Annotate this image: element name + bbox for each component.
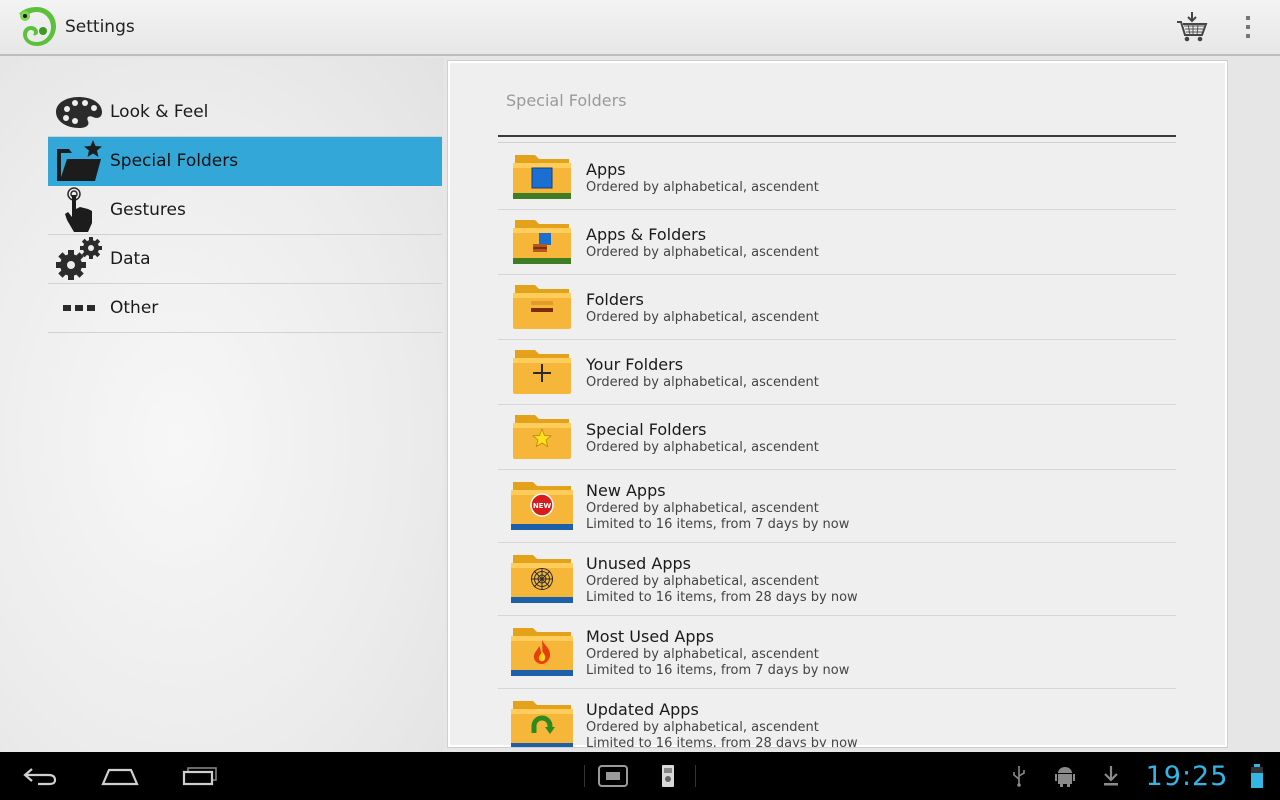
nav-item-label: Gestures: [110, 200, 186, 220]
dots-icon: [52, 285, 106, 331]
folder-limit: Limited to 16 items, from 28 days by now: [586, 735, 858, 748]
folder-flame-icon: [498, 620, 586, 684]
screen-compat-icon: [598, 765, 628, 787]
hand-touch-icon: [52, 187, 106, 233]
shopping-cart-icon[interactable]: [1172, 7, 1212, 47]
settings-categories-pane: Look & Feel Special Folders Gestures Dat…: [0, 58, 444, 752]
folder-order: Ordered by alphabetical, ascendent: [586, 244, 819, 260]
folder-folders-icon: [498, 275, 586, 339]
folder-item-special-folders[interactable]: Special Folders Ordered by alphabetical,…: [498, 405, 1176, 470]
system-navigation-bar: 19:25: [0, 752, 1280, 800]
section-divider: [498, 135, 1176, 137]
app-notification-icon: [662, 765, 674, 787]
chameleon-logo-icon[interactable]: [14, 4, 60, 50]
folder-item-unused-apps[interactable]: Unused Apps Ordered by alphabetical, asc…: [498, 543, 1176, 616]
nav-item-label: Special Folders: [110, 151, 239, 171]
clock[interactable]: 19:25: [1134, 752, 1240, 800]
folder-order: Ordered by alphabetical, ascendent: [586, 309, 819, 325]
folder-name: Apps: [586, 159, 626, 179]
folder-order: Ordered by alphabetical, ascendent: [586, 573, 819, 589]
nav-separator: [695, 765, 696, 787]
folder-name: Unused Apps: [586, 553, 692, 573]
folder-name: New Apps: [586, 480, 666, 500]
folder-item-new-apps[interactable]: NEW New Apps Ordered by alphabetical, as…: [498, 470, 1176, 543]
usb-status[interactable]: [996, 752, 1042, 800]
battery-icon: [1251, 764, 1263, 788]
home-icon: [101, 768, 139, 786]
nav-item-data[interactable]: Data: [48, 235, 442, 284]
folder-name: Folders: [586, 289, 644, 309]
folder-apps-and-folders-icon: [498, 210, 586, 274]
folder-plus-icon: [498, 340, 586, 404]
gears-icon: [52, 236, 106, 282]
notification-app-button[interactable]: [641, 752, 695, 800]
debug-status[interactable]: [1042, 752, 1088, 800]
app-title: Settings: [65, 17, 135, 37]
folder-order: Ordered by alphabetical, ascendent: [586, 439, 819, 455]
folder-name: Updated Apps: [586, 699, 699, 719]
folder-limit: Limited to 16 items, from 7 days by now: [586, 662, 850, 678]
settings-category-list: Look & Feel Special Folders Gestures Dat…: [48, 88, 442, 333]
nav-item-label: Other: [110, 298, 159, 318]
recent-apps-button[interactable]: [160, 752, 240, 800]
nav-item-label: Data: [110, 249, 151, 269]
new-badge-text: NEW: [533, 502, 552, 510]
folder-item-folders[interactable]: Folders Ordered by alphabetical, ascende…: [498, 275, 1176, 340]
home-button[interactable]: [80, 752, 160, 800]
folder-name: Your Folders: [586, 354, 684, 374]
download-status[interactable]: [1088, 752, 1134, 800]
folder-name: Special Folders: [586, 419, 707, 439]
folder-item-your-folders[interactable]: Your Folders Ordered by alphabetical, as…: [498, 340, 1176, 405]
special-folder-list: Apps Ordered by alphabetical, ascendent …: [498, 145, 1176, 748]
folder-new-icon: NEW: [498, 474, 586, 538]
nav-item-special-folders[interactable]: Special Folders: [48, 137, 442, 186]
android-debug-icon: [1055, 767, 1075, 787]
clock-text: 19:25: [1145, 760, 1229, 792]
nav-item-other[interactable]: Other: [48, 284, 442, 333]
palette-icon: [52, 89, 106, 135]
folder-item-most-used-apps[interactable]: Most Used Apps Ordered by alphabetical, …: [498, 616, 1176, 689]
folder-apps-icon: [498, 145, 586, 209]
folder-order: Ordered by alphabetical, ascendent: [586, 500, 819, 516]
nav-item-label: Look & Feel: [110, 102, 209, 122]
section-title: Special Folders: [506, 91, 627, 110]
download-icon: [1104, 766, 1118, 786]
recent-apps-icon: [182, 767, 217, 786]
action-bar: Settings: [0, 0, 1280, 56]
special-folders-pane: Special Folders Apps Ordered by alphabet…: [447, 60, 1228, 748]
folder-item-updated-apps[interactable]: Updated Apps Ordered by alphabetical, as…: [498, 689, 1176, 748]
usb-icon: [1013, 766, 1025, 787]
folder-item-apps-and-folders[interactable]: Apps & Folders Ordered by alphabetical, …: [498, 210, 1176, 275]
folder-star-icon: [52, 138, 106, 184]
back-arrow-icon: [23, 768, 57, 786]
folder-star-icon: [498, 405, 586, 469]
folder-order: Ordered by alphabetical, ascendent: [586, 719, 819, 735]
overflow-menu-icon[interactable]: [1236, 7, 1260, 47]
folder-name: Apps & Folders: [586, 224, 707, 244]
screen-compat-button[interactable]: [585, 752, 641, 800]
folder-name: Most Used Apps: [586, 626, 715, 646]
folder-item-apps[interactable]: Apps Ordered by alphabetical, ascendent: [498, 145, 1176, 210]
folder-order: Ordered by alphabetical, ascendent: [586, 646, 819, 662]
back-button[interactable]: [0, 752, 80, 800]
folder-refresh-icon: [498, 693, 586, 747]
folder-limit: Limited to 16 items, from 28 days by now: [586, 589, 858, 605]
nav-item-gestures[interactable]: Gestures: [48, 186, 442, 235]
folder-order: Ordered by alphabetical, ascendent: [586, 179, 819, 195]
folder-cobweb-icon: [498, 547, 586, 611]
folder-limit: Limited to 16 items, from 7 days by now: [586, 516, 850, 532]
section-divider: [498, 142, 1176, 143]
folder-order: Ordered by alphabetical, ascendent: [586, 374, 819, 390]
nav-item-look-and-feel[interactable]: Look & Feel: [48, 88, 442, 137]
battery-status[interactable]: [1240, 752, 1274, 800]
